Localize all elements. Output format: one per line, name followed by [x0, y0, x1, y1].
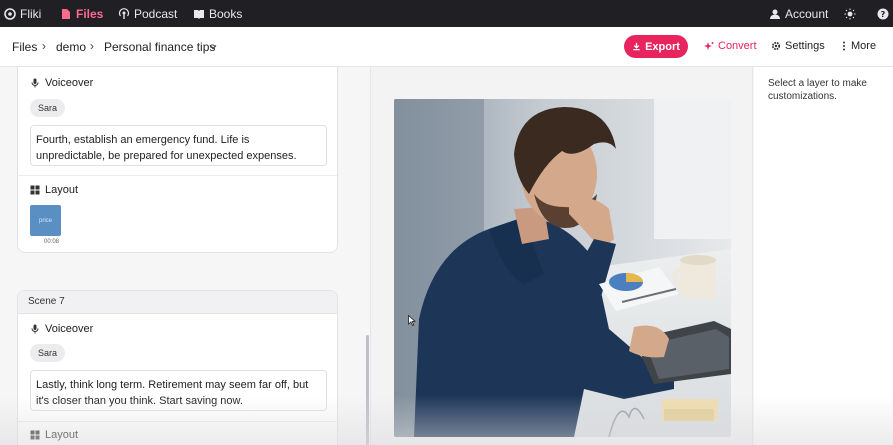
account-menu[interactable]: Account: [769, 0, 828, 27]
export-label: Export: [645, 40, 680, 53]
breadcrumb-separator-icon: ›: [42, 39, 46, 53]
download-icon: [633, 42, 640, 51]
brand-name: Fliki: [20, 6, 42, 21]
more-vertical-icon: [843, 41, 845, 51]
layout-section-label: Layout: [30, 184, 78, 196]
sun-icon: [844, 8, 856, 19]
settings-button[interactable]: Settings: [771, 40, 825, 52]
properties-hint: Select a layer to make customizations.: [768, 78, 867, 102]
breadcrumb-separator-icon: ›: [90, 39, 94, 53]
mouse-cursor-icon: [408, 315, 416, 326]
layout-grid-icon: [30, 430, 40, 440]
editor-toolbar: Files › demo › Personal finance tips Exp…: [0, 27, 893, 67]
man-at-laptop-illustration: [394, 99, 731, 437]
scenes-panel: Voiceover Sara Fourth, establish an emer…: [0, 67, 370, 445]
more-label: More: [851, 40, 877, 52]
more-button[interactable]: More: [841, 40, 876, 52]
scene-preview-image[interactable]: [394, 99, 731, 437]
podcast-icon: [118, 7, 130, 19]
user-icon: [770, 9, 780, 19]
scene-script-text[interactable]: Fourth, establish an emergency fund. Lif…: [30, 125, 327, 166]
convert-label: Convert: [718, 40, 757, 52]
section-divider: [18, 175, 337, 176]
layout-label: Layout: [45, 184, 79, 196]
microphone-icon: [31, 78, 39, 88]
help-button[interactable]: ?: [877, 0, 889, 27]
book-icon: [194, 9, 204, 19]
breadcrumb-demo[interactable]: demo: [56, 40, 86, 54]
layout-thumbnail[interactable]: price: [30, 205, 61, 236]
nav-podcast[interactable]: Podcast: [118, 0, 177, 27]
breadcrumb-files[interactable]: Files: [12, 40, 37, 54]
preview-canvas: [370, 67, 753, 445]
scene-script-text[interactable]: Lastly, think long term. Retirement may …: [30, 370, 327, 411]
panel-scrollbar[interactable]: [366, 335, 369, 445]
layout-section-label: Layout: [30, 429, 78, 441]
file-icon: [62, 8, 70, 19]
sparkle-icon: [704, 42, 714, 50]
thumbnail-duration: 00:08: [44, 239, 60, 245]
layout-grid-icon: [30, 185, 40, 195]
microphone-icon: [31, 324, 39, 334]
theme-toggle[interactable]: [844, 0, 856, 27]
voice-chip[interactable]: Sara: [30, 99, 66, 117]
chevron-down-icon[interactable]: [209, 43, 217, 51]
help-icon: ?: [877, 8, 889, 19]
account-label: Account: [785, 6, 829, 21]
nav-podcast-label: Podcast: [134, 6, 178, 21]
layout-label: Layout: [45, 429, 79, 441]
nav-files-label: Files: [76, 6, 104, 21]
breadcrumb-file-name[interactable]: Personal finance tips: [104, 40, 215, 54]
voice-chip[interactable]: Sara: [30, 344, 66, 362]
nav-files[interactable]: Files: [60, 0, 103, 27]
gear-icon: [771, 41, 781, 51]
svg-text:?: ?: [881, 10, 886, 19]
voiceover-label: Voiceover: [45, 323, 94, 335]
scene-title[interactable]: Scene 7: [18, 291, 337, 314]
brand-link[interactable]: Fliki: [4, 0, 41, 27]
voiceover-label: Voiceover: [45, 77, 94, 89]
scene-card: Scene 7 Voiceover Sara Lastly, think lon…: [17, 290, 338, 445]
scene-card: Voiceover Sara Fourth, establish an emer…: [17, 67, 338, 253]
section-divider: [18, 421, 337, 422]
properties-panel: Select a layer to make customizations.: [754, 67, 893, 445]
nav-books-label: Books: [209, 6, 243, 21]
convert-button[interactable]: Convert: [704, 40, 757, 52]
nav-books[interactable]: Books: [193, 0, 242, 27]
settings-label: Settings: [785, 40, 825, 52]
fliki-logo-icon: [4, 7, 16, 20]
voiceover-section-label: Voiceover: [30, 77, 93, 89]
voiceover-section-label: Voiceover: [30, 323, 93, 335]
top-navigation-bar: Fliki Files Podcast Books Account ?: [0, 0, 893, 27]
export-button[interactable]: Export: [624, 35, 688, 58]
